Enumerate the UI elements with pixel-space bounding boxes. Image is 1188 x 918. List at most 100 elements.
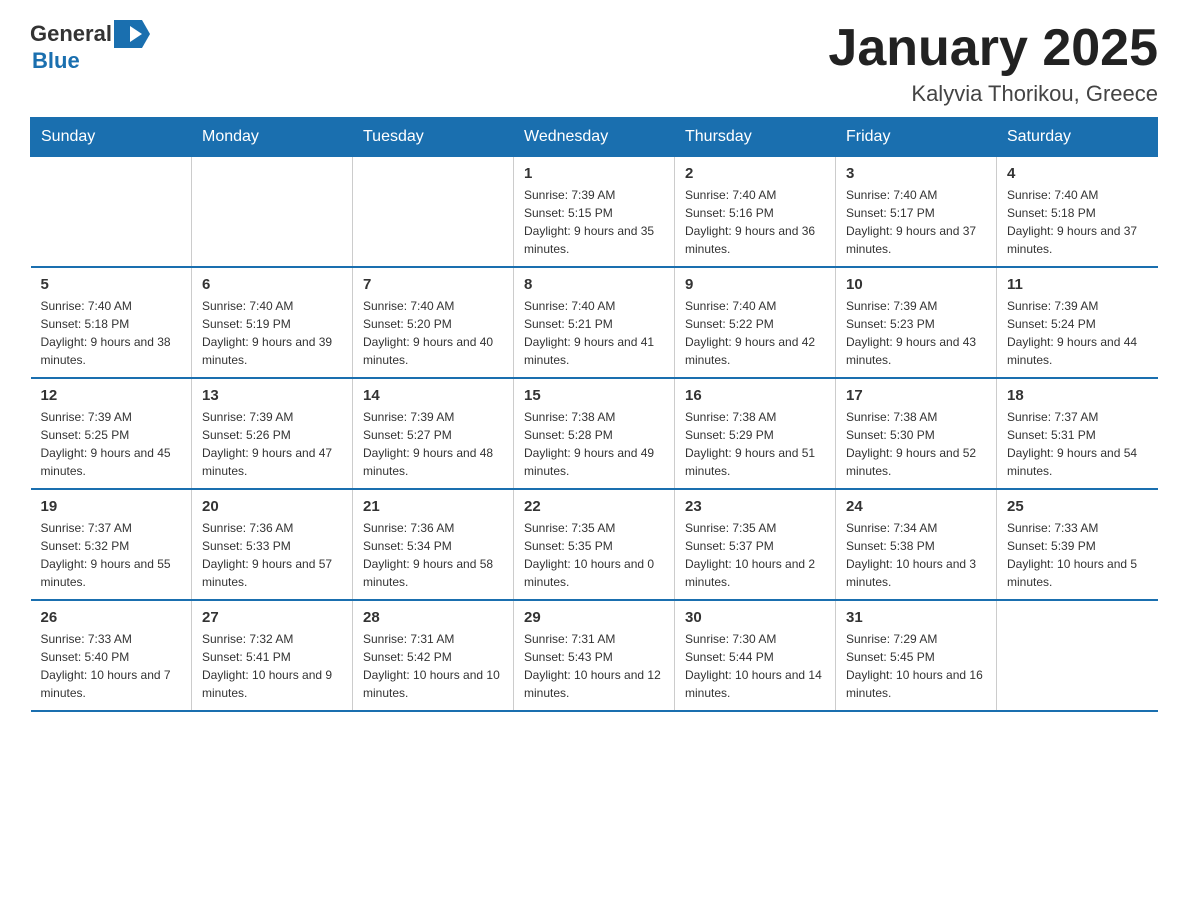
logo-blue-text: Blue (32, 48, 80, 74)
calendar-cell: 5 Sunrise: 7:40 AM Sunset: 5:18 PM Daylig… (31, 267, 192, 378)
page-header: General Blue January 2025 Kalyvia Thorik… (30, 20, 1158, 107)
day-number: 25 (1007, 498, 1148, 515)
day-info: Sunrise: 7:37 AM Sunset: 5:31 PM Dayligh… (1007, 408, 1148, 480)
day-number: 13 (202, 387, 342, 404)
day-info: Sunrise: 7:40 AM Sunset: 5:18 PM Dayligh… (41, 297, 182, 369)
header-day-sunday: Sunday (31, 118, 192, 157)
calendar-cell: 20Sunrise: 7:36 AM Sunset: 5:33 PM Dayli… (192, 489, 353, 600)
day-info: Sunrise: 7:30 AM Sunset: 5:44 PM Dayligh… (685, 630, 825, 702)
calendar-cell: 23Sunrise: 7:35 AM Sunset: 5:37 PM Dayli… (675, 489, 836, 600)
day-info: Sunrise: 7:40 AM Sunset: 5:18 PM Dayligh… (1007, 186, 1148, 258)
header-day-thursday: Thursday (675, 118, 836, 157)
day-number: 15 (524, 387, 664, 404)
calendar-cell: 7 Sunrise: 7:40 AM Sunset: 5:20 PM Daylig… (353, 267, 514, 378)
calendar-cell: 17Sunrise: 7:38 AM Sunset: 5:30 PM Dayli… (836, 378, 997, 489)
day-info: Sunrise: 7:40 AM Sunset: 5:22 PM Dayligh… (685, 297, 825, 369)
day-number: 24 (846, 498, 986, 515)
day-number: 18 (1007, 387, 1148, 404)
header-day-tuesday: Tuesday (353, 118, 514, 157)
day-info: Sunrise: 7:38 AM Sunset: 5:28 PM Dayligh… (524, 408, 664, 480)
day-number: 31 (846, 609, 986, 626)
day-info: Sunrise: 7:40 AM Sunset: 5:16 PM Dayligh… (685, 186, 825, 258)
day-info: Sunrise: 7:39 AM Sunset: 5:27 PM Dayligh… (363, 408, 503, 480)
day-info: Sunrise: 7:32 AM Sunset: 5:41 PM Dayligh… (202, 630, 342, 702)
calendar-table: SundayMondayTuesdayWednesdayThursdayFrid… (30, 117, 1158, 712)
calendar-cell: 30 Sunrise: 7:30 AM Sunset: 5:44 PM Dayli… (675, 600, 836, 711)
day-number: 12 (41, 387, 182, 404)
day-info: Sunrise: 7:36 AM Sunset: 5:34 PM Dayligh… (363, 519, 503, 591)
calendar-cell: 28Sunrise: 7:31 AM Sunset: 5:42 PM Dayli… (353, 600, 514, 711)
day-number: 2 (685, 165, 825, 182)
calendar-week-3: 19 Sunrise: 7:37 AM Sunset: 5:32 PM Dayli… (31, 489, 1158, 600)
day-number: 11 (1007, 276, 1148, 293)
day-number: 9 (685, 276, 825, 293)
calendar-cell: 14 Sunrise: 7:39 AM Sunset: 5:27 PM Dayli… (353, 378, 514, 489)
day-number: 30 (685, 609, 825, 626)
calendar-cell: 1Sunrise: 7:39 AM Sunset: 5:15 PM Daylig… (514, 157, 675, 268)
day-number: 21 (363, 498, 503, 515)
header-day-saturday: Saturday (997, 118, 1158, 157)
day-number: 22 (524, 498, 664, 515)
calendar-cell: 8 Sunrise: 7:40 AM Sunset: 5:21 PM Daylig… (514, 267, 675, 378)
day-number: 27 (202, 609, 342, 626)
calendar-cell: 11 Sunrise: 7:39 AM Sunset: 5:24 PM Dayli… (997, 267, 1158, 378)
calendar-cell: 25 Sunrise: 7:33 AM Sunset: 5:39 PM Dayli… (997, 489, 1158, 600)
day-number: 8 (524, 276, 664, 293)
logo: General Blue (30, 20, 150, 74)
day-info: Sunrise: 7:33 AM Sunset: 5:39 PM Dayligh… (1007, 519, 1148, 591)
day-number: 10 (846, 276, 986, 293)
calendar-cell: 6Sunrise: 7:40 AM Sunset: 5:19 PM Daylig… (192, 267, 353, 378)
calendar-cell: 29Sunrise: 7:31 AM Sunset: 5:43 PM Dayli… (514, 600, 675, 711)
calendar-header-row: SundayMondayTuesdayWednesdayThursdayFrid… (31, 118, 1158, 157)
calendar-cell: 3 Sunrise: 7:40 AM Sunset: 5:17 PM Daylig… (836, 157, 997, 268)
day-number: 3 (846, 165, 986, 182)
day-info: Sunrise: 7:39 AM Sunset: 5:24 PM Dayligh… (1007, 297, 1148, 369)
calendar-cell: 2 Sunrise: 7:40 AM Sunset: 5:16 PM Daylig… (675, 157, 836, 268)
day-number: 23 (685, 498, 825, 515)
day-info: Sunrise: 7:29 AM Sunset: 5:45 PM Dayligh… (846, 630, 986, 702)
day-info: Sunrise: 7:37 AM Sunset: 5:32 PM Dayligh… (41, 519, 182, 591)
calendar-cell (31, 157, 192, 268)
day-info: Sunrise: 7:39 AM Sunset: 5:23 PM Dayligh… (846, 297, 986, 369)
month-title: January 2025 (828, 20, 1158, 77)
calendar-cell: 9 Sunrise: 7:40 AM Sunset: 5:22 PM Daylig… (675, 267, 836, 378)
day-number: 26 (41, 609, 182, 626)
calendar-cell: 13 Sunrise: 7:39 AM Sunset: 5:26 PM Dayli… (192, 378, 353, 489)
calendar-cell (353, 157, 514, 268)
calendar-week-1: 5 Sunrise: 7:40 AM Sunset: 5:18 PM Daylig… (31, 267, 1158, 378)
day-number: 20 (202, 498, 342, 515)
day-number: 29 (524, 609, 664, 626)
day-info: Sunrise: 7:40 AM Sunset: 5:19 PM Dayligh… (202, 297, 342, 369)
calendar-cell (192, 157, 353, 268)
header-day-wednesday: Wednesday (514, 118, 675, 157)
day-info: Sunrise: 7:40 AM Sunset: 5:20 PM Dayligh… (363, 297, 503, 369)
header-day-friday: Friday (836, 118, 997, 157)
day-info: Sunrise: 7:31 AM Sunset: 5:42 PM Dayligh… (363, 630, 503, 702)
day-info: Sunrise: 7:40 AM Sunset: 5:17 PM Dayligh… (846, 186, 986, 258)
day-number: 14 (363, 387, 503, 404)
calendar-week-0: 1Sunrise: 7:39 AM Sunset: 5:15 PM Daylig… (31, 157, 1158, 268)
logo-general-text: General (30, 21, 112, 47)
calendar-cell: 27 Sunrise: 7:32 AM Sunset: 5:41 PM Dayli… (192, 600, 353, 711)
calendar-cell: 10 Sunrise: 7:39 AM Sunset: 5:23 PM Dayli… (836, 267, 997, 378)
day-number: 19 (41, 498, 182, 515)
day-info: Sunrise: 7:39 AM Sunset: 5:25 PM Dayligh… (41, 408, 182, 480)
day-number: 7 (363, 276, 503, 293)
calendar-week-2: 12 Sunrise: 7:39 AM Sunset: 5:25 PM Dayli… (31, 378, 1158, 489)
day-info: Sunrise: 7:39 AM Sunset: 5:15 PM Dayligh… (524, 186, 664, 258)
day-info: Sunrise: 7:34 AM Sunset: 5:38 PM Dayligh… (846, 519, 986, 591)
header-day-monday: Monday (192, 118, 353, 157)
day-info: Sunrise: 7:39 AM Sunset: 5:26 PM Dayligh… (202, 408, 342, 480)
title-area: January 2025 Kalyvia Thorikou, Greece (828, 20, 1158, 107)
calendar-cell: 16Sunrise: 7:38 AM Sunset: 5:29 PM Dayli… (675, 378, 836, 489)
calendar-cell (997, 600, 1158, 711)
calendar-week-4: 26Sunrise: 7:33 AM Sunset: 5:40 PM Dayli… (31, 600, 1158, 711)
calendar-cell: 21 Sunrise: 7:36 AM Sunset: 5:34 PM Dayli… (353, 489, 514, 600)
calendar-cell: 12 Sunrise: 7:39 AM Sunset: 5:25 PM Dayli… (31, 378, 192, 489)
logo-icon (114, 20, 150, 48)
day-info: Sunrise: 7:35 AM Sunset: 5:35 PM Dayligh… (524, 519, 664, 591)
day-number: 5 (41, 276, 182, 293)
calendar-cell: 26Sunrise: 7:33 AM Sunset: 5:40 PM Dayli… (31, 600, 192, 711)
day-info: Sunrise: 7:40 AM Sunset: 5:21 PM Dayligh… (524, 297, 664, 369)
calendar-cell: 15 Sunrise: 7:38 AM Sunset: 5:28 PM Dayli… (514, 378, 675, 489)
